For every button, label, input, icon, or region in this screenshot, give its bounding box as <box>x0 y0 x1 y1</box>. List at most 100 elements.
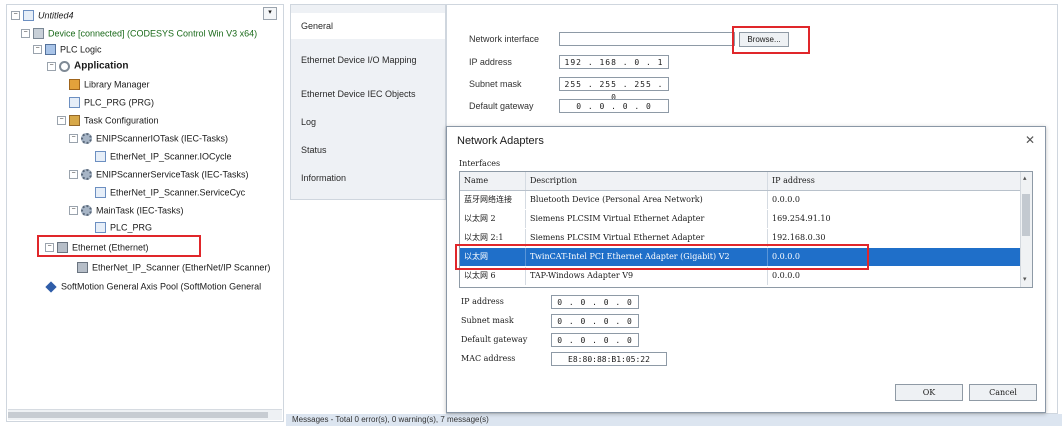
column-header-description[interactable]: Description <box>526 172 768 190</box>
project-icon <box>23 10 34 22</box>
device-editor-tabs: General Ethernet Device I/O Mapping Ethe… <box>290 4 446 200</box>
call-icon <box>95 151 106 163</box>
cell-ip: 0.0.0.0 <box>772 252 800 261</box>
interfaces-table: Name Description IP address 蓝牙网络连接 Bluet… <box>459 171 1033 288</box>
scrollbar-thumb[interactable] <box>1022 194 1030 236</box>
project-tree: ▾ − Untitled4 − Device [connected] (CODESY… <box>6 4 284 422</box>
column-header-name[interactable]: Name <box>460 172 526 190</box>
cancel-button[interactable]: Cancel <box>969 384 1037 401</box>
tree-item-device[interactable]: − Device [connected] (CODESYS Control Win… <box>21 25 257 41</box>
tree-item-enip-scanner[interactable]: EtherNet_IP_Scanner (EtherNet/IP Scanner… <box>77 259 270 275</box>
tab-iec-objects[interactable]: Ethernet Device IEC Objects <box>291 81 445 107</box>
tree-item-ethernet[interactable]: − Ethernet (Ethernet) <box>45 239 149 255</box>
tree-item-library-manager[interactable]: Library Manager <box>69 76 150 92</box>
dialog-mac-label: MAC address <box>461 354 516 363</box>
cell-name: 蓝牙网络连接 <box>460 191 526 209</box>
tab-log[interactable]: Log <box>291 109 445 135</box>
dialog-title: Network Adapters <box>457 135 544 147</box>
table-row[interactable]: 以太网 2 Siemens PLCSIM Virtual Ethernet Ad… <box>460 210 1022 228</box>
close-icon[interactable]: ✕ <box>1025 133 1035 147</box>
tree-item-softmotion-pool[interactable]: SoftMotion General Axis Pool (SoftMotion… <box>45 278 261 294</box>
tab-general[interactable]: General <box>291 13 445 39</box>
cell-name: 以太网 6 <box>460 267 526 285</box>
tree-item-main-task[interactable]: − MainTask (IEC-Tasks) <box>69 202 184 218</box>
tree-horizontal-scrollbar[interactable] <box>8 409 282 420</box>
tree-item-main-plc-prg[interactable]: PLC_PRG <box>95 219 152 235</box>
collapse-icon[interactable]: − <box>21 29 30 39</box>
interfaces-label: Interfaces <box>459 159 501 168</box>
tree-item-plc-prg[interactable]: PLC_PRG (PRG) <box>69 94 154 110</box>
tree-item-iocycle[interactable]: EtherNet_IP_Scanner.IOCycle <box>95 148 232 164</box>
dialog-subnet-field: 0 . 0 . 0 . 0 <box>551 314 639 328</box>
cell-name: 以太网 2:1 <box>460 229 526 247</box>
table-row[interactable]: 以太网 2:1 Siemens PLCSIM Virtual Ethernet … <box>460 229 1022 247</box>
collapse-icon[interactable]: − <box>69 206 78 216</box>
tab-io-mapping[interactable]: Ethernet Device I/O Mapping <box>291 47 445 73</box>
cell-name: 以太网 2 <box>460 210 526 228</box>
table-header: Name Description IP address <box>460 172 1022 191</box>
ethernet-icon <box>57 242 68 254</box>
table-row[interactable]: 以太网 6 TAP-Windows Adapter V9 0.0.0.0 <box>460 267 1022 285</box>
scanner-icon <box>77 262 88 274</box>
cell-description: TwinCAT-Intel PCI Ethernet Adapter (Giga… <box>526 248 768 266</box>
scroll-down-icon[interactable]: ▾ <box>1023 275 1027 283</box>
network-adapters-dialog: Network Adapters ✕ Interfaces Name Descr… <box>446 126 1046 413</box>
task-gear-icon <box>81 169 92 181</box>
library-icon <box>69 79 80 91</box>
network-interface-field[interactable] <box>559 32 735 46</box>
cell-name: 以太网 <box>460 248 526 266</box>
network-interface-label: Network interface <box>469 34 540 44</box>
collapse-icon[interactable]: − <box>69 134 78 144</box>
tree-item-servicecycle[interactable]: EtherNet_IP_Scanner.ServiceCyc <box>95 184 245 200</box>
ip-address-label: IP address <box>469 57 512 67</box>
collapse-icon[interactable]: − <box>69 170 78 180</box>
default-gateway-label: Default gateway <box>469 101 534 111</box>
device-icon <box>33 28 44 40</box>
default-gateway-field[interactable]: 0 . 0 . 0 . 0 <box>559 99 669 113</box>
messages-bar[interactable]: Messages - Total 0 error(s), 0 warning(s… <box>286 414 1062 426</box>
dialog-ip-field: 0 . 0 . 0 . 0 <box>551 295 639 309</box>
ip-address-field[interactable]: 192 . 168 . 0 . 1 <box>559 55 669 69</box>
tab-information[interactable]: Information <box>291 165 445 191</box>
tree-item-task-configuration[interactable]: − Task Configuration <box>57 112 159 128</box>
cell-description: Bluetooth Device (Personal Area Network) <box>526 191 768 209</box>
task-gear-icon <box>81 205 92 217</box>
tree-item-project[interactable]: − Untitled4 <box>11 7 74 23</box>
table-vertical-scrollbar[interactable]: ▴ ▾ <box>1020 172 1032 287</box>
subnet-mask-label: Subnet mask <box>469 79 522 89</box>
column-header-ip[interactable]: IP address <box>768 172 1022 190</box>
cell-ip: 0.0.0.0 <box>772 271 800 280</box>
plc-logic-icon <box>45 44 56 56</box>
task-configuration-icon <box>69 115 80 127</box>
scroll-up-icon[interactable]: ▴ <box>1023 174 1027 182</box>
dialog-gateway-label: Default gateway <box>461 335 528 344</box>
tree-item-application[interactable]: − Application <box>47 58 128 74</box>
table-row-selected[interactable]: 以太网 TwinCAT-Intel PCI Ethernet Adapter (… <box>460 248 1022 266</box>
tree-item-enip-io-task[interactable]: − ENIPScannerIOTask (IEC-Tasks) <box>69 130 228 146</box>
tab-status[interactable]: Status <box>291 137 445 163</box>
scrollbar-thumb[interactable] <box>8 412 268 418</box>
dialog-ip-label: IP address <box>461 297 504 306</box>
cell-ip: 0.0.0.0 <box>772 195 800 204</box>
ok-button[interactable]: OK <box>895 384 963 401</box>
browse-button[interactable]: Browse... <box>739 32 789 47</box>
mac-address-field: E8:80:88:B1:05:22 <box>551 352 667 366</box>
application-icon <box>59 61 70 73</box>
task-gear-icon <box>81 133 92 145</box>
cell-description: TAP-Windows Adapter V9 <box>526 267 768 285</box>
dialog-subnet-label: Subnet mask <box>461 316 514 325</box>
tree-dropdown-button[interactable]: ▾ <box>263 7 277 20</box>
collapse-icon[interactable]: − <box>45 243 54 253</box>
tree-item-enip-service-task[interactable]: − ENIPScannerServiceTask (IEC-Tasks) <box>69 166 249 182</box>
call-icon <box>95 222 106 234</box>
collapse-icon[interactable]: − <box>33 45 42 55</box>
axis-pool-icon <box>45 280 57 293</box>
collapse-icon[interactable]: − <box>11 11 20 21</box>
collapse-icon[interactable]: − <box>47 62 56 72</box>
cell-ip: 192.168.0.30 <box>772 233 826 242</box>
subnet-mask-field[interactable]: 255 . 255 . 255 . 0 <box>559 77 669 102</box>
table-row[interactable]: 蓝牙网络连接 Bluetooth Device (Personal Area N… <box>460 191 1022 209</box>
tree-item-plc-logic[interactable]: − PLC Logic <box>33 41 102 57</box>
collapse-icon[interactable]: − <box>57 116 66 126</box>
program-icon <box>69 97 80 109</box>
